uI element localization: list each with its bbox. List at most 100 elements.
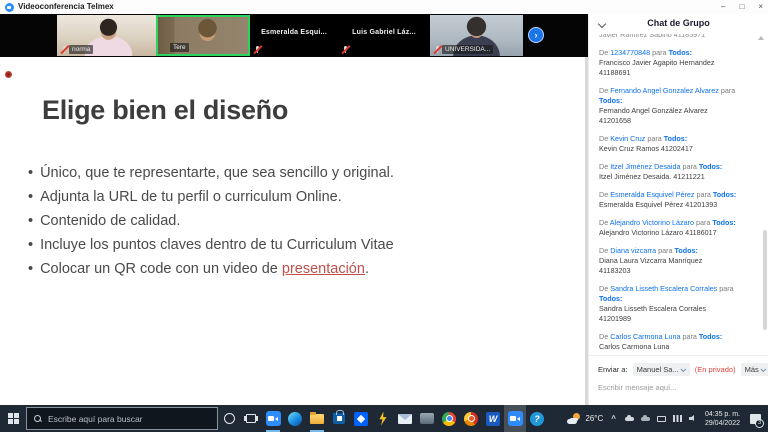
- chat-message-line: Carlos Carmona Luna: [599, 342, 756, 352]
- chat-message-body: Alejandro Victorino Lázaro 41186017: [599, 228, 756, 238]
- chat-message-line: Itzel Jiménez Desaida. 41211221: [599, 172, 756, 182]
- chrome-icon-button[interactable]: [438, 405, 460, 432]
- participant-tile-esmeralda[interactable]: Esmeralda Esqui...: [250, 15, 338, 56]
- from-label: De: [599, 246, 610, 255]
- chat-message-line: Alejandro Victorino Lázaro 41186017: [599, 228, 756, 238]
- zoom-app-icon: [266, 411, 281, 426]
- taskbar-search[interactable]: [26, 407, 218, 430]
- chat-message: De 1234770848 para Todos:Francisco Javie…: [599, 48, 756, 78]
- app-icon: [5, 3, 14, 12]
- chat-scrollbar[interactable]: [763, 230, 767, 330]
- participant-name-label: norma: [69, 45, 93, 54]
- file-explorer-icon: [310, 414, 324, 424]
- more-dropdown[interactable]: Más: [741, 363, 768, 376]
- chat-message-header: De Kevin Cruz para Todos:: [599, 134, 756, 144]
- word-icon: W: [486, 412, 500, 426]
- bullet-text: Adjunta la URL de tu perfil o curriculum…: [40, 189, 342, 205]
- taskbar-clock[interactable]: 04:35 p. m. 29/04/2022: [705, 410, 740, 428]
- chat-message-line: 41183203: [599, 266, 756, 276]
- chat-message-line: Esmeralda Esquivel Pérez 41201393: [599, 200, 756, 210]
- participant-name-label: UNIVERSIDA...: [442, 45, 493, 54]
- recipient-value: Manuel Sa...: [637, 365, 679, 374]
- chat-message-body: Esmeralda Esquivel Pérez 41201393: [599, 200, 756, 210]
- network-icon-button[interactable]: [672, 412, 683, 426]
- taskbar: W? 26°C ^ 04:35 p. m. 29/04/2022 3: [0, 405, 768, 432]
- help-icon-button[interactable]: ?: [526, 405, 548, 432]
- from-label: De: [599, 162, 610, 171]
- browser-icon-button[interactable]: [460, 405, 482, 432]
- minimize-button[interactable]: –: [721, 1, 725, 12]
- bullet-text: Colocar un QR code con un video de: [40, 261, 282, 277]
- presentation-slide: Elige bien el diseño •Único, que te repr…: [0, 57, 585, 405]
- clock-date: 29/04/2022: [705, 419, 740, 428]
- next-participants-button[interactable]: ›: [528, 27, 544, 43]
- bullet-icon: •: [28, 165, 33, 181]
- weather-widget[interactable]: 26°C: [567, 413, 603, 424]
- mail-icon-button[interactable]: [394, 405, 416, 432]
- bullet-text: Incluye los puntos claves dentro de tu C…: [40, 237, 394, 253]
- mail-icon: [398, 414, 412, 424]
- recipient-dropdown[interactable]: Manuel Sa...: [633, 363, 690, 376]
- start-button[interactable]: [0, 405, 26, 432]
- presentation-link[interactable]: presentación: [282, 261, 365, 277]
- recipient-name: Todos:: [699, 332, 722, 341]
- chat-message-body: Francisco Javier Agapito Hernandez411886…: [599, 58, 756, 78]
- participant-tile-luis[interactable]: Luis Gabriel Láz...: [338, 15, 430, 56]
- recipient-name: Todos:: [712, 218, 735, 227]
- chat-message-line: Kevin Cruz Ramos 41202417: [599, 144, 756, 154]
- edge-icon: [288, 412, 302, 426]
- more-label: Más: [745, 365, 759, 374]
- from-label: De: [599, 190, 610, 199]
- chat-message-header: De Sandra Lisseth Escalera Corrales para…: [599, 284, 756, 304]
- notification-center-button[interactable]: 3: [746, 405, 764, 432]
- zoom-meeting-icon-button[interactable]: [504, 405, 526, 432]
- chat-message-body: Diana Laura Vizcarra Manríquez41183203: [599, 256, 756, 276]
- scroll-up-icon[interactable]: [758, 36, 764, 40]
- chat-message-input[interactable]: [598, 383, 758, 392]
- participant-tile-norma[interactable]: norma: [57, 15, 156, 56]
- to-label: para: [681, 162, 699, 171]
- slide-bullet: •Incluye los puntos claves dentro de tu …: [28, 233, 394, 257]
- maximize-button[interactable]: □: [739, 1, 744, 12]
- clock-time: 04:35 p. m.: [705, 410, 740, 419]
- sender-name: Itzel Jiménez Desaida: [610, 162, 680, 171]
- cloud-icon-button[interactable]: [640, 412, 651, 426]
- store-icon-button[interactable]: [328, 405, 350, 432]
- gray-app-icon-button[interactable]: [416, 405, 438, 432]
- video-filmstrip: norma Tere Esmeralda Esqui...Luis Gabriel …: [0, 14, 588, 57]
- mic-muted-icon: [60, 45, 68, 54]
- edge-icon-button[interactable]: [284, 405, 306, 432]
- display-icon-button[interactable]: [656, 412, 667, 426]
- search-input[interactable]: [48, 414, 217, 424]
- volume-icon-button[interactable]: [688, 412, 699, 426]
- browser-icon: [464, 412, 478, 426]
- screen: Videoconferencia Telmex – □ × norma Tere E…: [0, 0, 768, 432]
- participant-name-label: Tere: [170, 43, 189, 52]
- from-label: De: [599, 332, 610, 341]
- sender-name: Sandra Lisseth Escalera Corrales: [610, 284, 717, 293]
- task-view-icon-button[interactable]: [240, 405, 262, 432]
- close-button[interactable]: ×: [758, 1, 763, 12]
- dropbox-icon-button[interactable]: [350, 405, 372, 432]
- mic-muted-icon: [433, 45, 441, 54]
- chat-message-header: De 1234770848 para Todos:: [599, 48, 756, 58]
- display-icon: [657, 416, 666, 422]
- chat-title: Chat de Grupo: [589, 18, 768, 28]
- tray-expand-button[interactable]: ^: [609, 414, 618, 423]
- lightning-app-icon-button[interactable]: [372, 405, 394, 432]
- chat-message-body: Kevin Cruz Ramos 41202417: [599, 144, 756, 154]
- participant-tile-universida[interactable]: UNIVERSIDA...: [430, 15, 523, 56]
- cortana-icon-button[interactable]: [218, 405, 240, 432]
- participant-tile-tere[interactable]: Tere: [156, 15, 250, 56]
- recipient-name: Todos:: [599, 96, 622, 105]
- onedrive-icon-button[interactable]: [624, 412, 635, 426]
- chat-panel: Chat de Grupo Javier Ramírez Sabino 4118…: [588, 14, 768, 405]
- file-explorer-icon-button[interactable]: [306, 405, 328, 432]
- to-label: para: [656, 246, 674, 255]
- participant-name-label: Esmeralda Esqui...: [250, 29, 338, 36]
- window-title: Videoconferencia Telmex: [18, 2, 114, 11]
- word-icon-button[interactable]: W: [482, 405, 504, 432]
- zoom-app-icon-button[interactable]: [262, 405, 284, 432]
- help-icon: ?: [530, 412, 544, 426]
- sender-name: Carlos Carmona Luna: [610, 332, 680, 341]
